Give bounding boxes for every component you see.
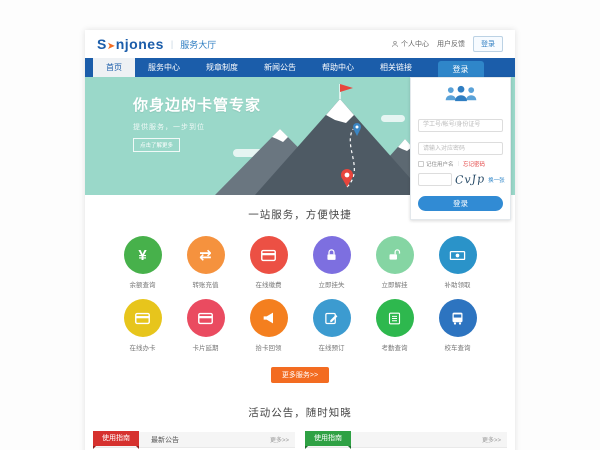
tab-usage-guide-left[interactable]: 使用指南 (93, 431, 139, 446)
service-label: 转账充值 (193, 279, 219, 289)
service-item-attendance[interactable]: 考勤查询 (363, 299, 426, 352)
service-item-report-loss[interactable]: 立即挂失 (300, 236, 363, 289)
logo-suffix: njones (116, 36, 164, 52)
users-group-icon (418, 85, 503, 107)
tab-usage-guide-right[interactable]: 使用指南 (305, 431, 351, 446)
nav-item-help-center[interactable]: 帮助中心 (309, 58, 367, 77)
hero-subtitle: 提供服务，一步到位 (133, 122, 261, 132)
right-more-link[interactable]: 更多>> (482, 435, 501, 444)
captcha-input[interactable] (418, 173, 452, 186)
site-container: S➤njones | 服务大厅 个人中心 用户反馈 登录 首页 服务中心 规章制… (85, 30, 515, 450)
lock-icon[interactable] (313, 236, 351, 274)
nav-item-rules[interactable]: 规章制度 (193, 58, 251, 77)
personal-center-link[interactable]: 个人中心 (391, 39, 429, 49)
service-label: 卡片延期 (193, 342, 219, 352)
service-item-balance[interactable]: ¥ 余额查询 (111, 236, 174, 289)
header-login-button[interactable]: 登录 (473, 36, 503, 52)
left-more-link[interactable]: 更多>> (270, 435, 289, 444)
right-tabbar: 使用指南 更多>> (305, 432, 507, 448)
service-item-found-card[interactable]: 拾卡回领 (237, 299, 300, 352)
remember-label: 记住用户名 (426, 160, 454, 168)
service-item-transfer[interactable]: ⇄ 转账充值 (174, 236, 237, 289)
user-feedback-link[interactable]: 用户反馈 (437, 39, 465, 49)
username-input[interactable] (418, 119, 503, 132)
header-right: 个人中心 用户反馈 登录 (391, 36, 503, 52)
announcement-panel-left: 使用指南 最新公告 更多>> (93, 432, 295, 448)
captcha-refresh-link[interactable]: 换一张 (488, 176, 505, 184)
service-item-pay-online[interactable]: 在线缴费 (237, 236, 300, 289)
service-label: 拾卡回领 (256, 342, 282, 352)
more-services-wrap: 更多服务>> (85, 352, 515, 397)
service-item-subsidy[interactable]: 补助领取 (426, 236, 489, 289)
service-label: 校车查询 (445, 342, 471, 352)
card-icon[interactable] (124, 299, 162, 337)
unlock-icon[interactable] (376, 236, 414, 274)
edit-icon[interactable] (313, 299, 351, 337)
nav-item-service-center[interactable]: 服务中心 (135, 58, 193, 77)
login-panel: 登录 记住用户名 | 忘记密码 (410, 61, 511, 220)
service-item-apply-card[interactable]: 在线办卡 (111, 299, 174, 352)
announcement-panel-right: 使用指南 更多>> (305, 432, 507, 448)
more-services-button[interactable]: 更多服务>> (271, 367, 329, 383)
hero-cta-button[interactable]: 点击了解更多 (133, 138, 180, 152)
service-label: 在线缴费 (256, 279, 282, 289)
service-label: 余额查询 (130, 279, 156, 289)
personal-center-label: 个人中心 (401, 39, 429, 49)
hero-copy: 你身边的卡管专家 提供服务，一步到位 点击了解更多 (133, 94, 261, 152)
flag-icon (340, 84, 353, 92)
service-label: 立即解挂 (382, 279, 408, 289)
site-name: 服务大厅 (180, 38, 216, 51)
service-label: 考勤查询 (382, 342, 408, 352)
yen-icon[interactable]: ¥ (124, 236, 162, 274)
header: S➤njones | 服务大厅 个人中心 用户反馈 登录 (85, 30, 515, 58)
service-item-online-booking[interactable]: 在线预订 (300, 299, 363, 352)
logo[interactable]: S➤njones (97, 36, 164, 52)
transfer-icon[interactable]: ⇄ (187, 236, 225, 274)
remember-checkbox[interactable] (418, 161, 424, 167)
logo-divider: | (171, 39, 173, 49)
login-options-row: 记住用户名 | 忘记密码 (418, 160, 503, 168)
login-submit-button[interactable]: 登录 (418, 196, 503, 211)
login-tab[interactable]: 登录 (438, 61, 484, 77)
user-icon (391, 40, 399, 48)
captcha-row: CvJp 换一张 (418, 173, 503, 186)
hero-banner: 你身边的卡管专家 提供服务，一步到位 点击了解更多 登录 记住用 (85, 77, 515, 195)
service-label: 立即挂失 (319, 279, 345, 289)
service-item-card-extension[interactable]: 卡片延期 (174, 299, 237, 352)
banknote-icon[interactable] (439, 236, 477, 274)
hero-title: 你身边的卡管专家 (133, 94, 261, 115)
tab-latest-announcements[interactable]: 最新公告 (151, 435, 179, 445)
password-input[interactable] (418, 142, 503, 155)
megaphone-icon[interactable] (250, 299, 288, 337)
announcements-section: 活动公告，随时知晓 使用指南 最新公告 更多>> 使用指南 更多>> (85, 397, 515, 450)
services-section: 一站服务，方便快捷 ¥ 余额查询 ⇄ 转账充值 在线缴费 立即挂失 (85, 195, 515, 397)
divider: | (458, 161, 459, 167)
list-icon[interactable] (376, 299, 414, 337)
card-icon[interactable] (250, 236, 288, 274)
forgot-password-link[interactable]: 忘记密码 (463, 160, 485, 168)
nav-item-home[interactable]: 首页 (93, 58, 135, 77)
announcements-title: 活动公告，随时知晓 (85, 397, 515, 432)
service-label: 在线办卡 (130, 342, 156, 352)
user-feedback-label: 用户反馈 (437, 39, 465, 49)
logo-arrow-icon: ➤ (107, 41, 116, 52)
service-label: 补助领取 (445, 279, 471, 289)
services-grid: ¥ 余额查询 ⇄ 转账充值 在线缴费 立即挂失 (85, 222, 515, 352)
logo-prefix: S (97, 36, 107, 52)
service-item-cancel-loss[interactable]: 立即解挂 (363, 236, 426, 289)
login-form: 记住用户名 | 忘记密码 CvJp 换一张 登录 (410, 77, 511, 220)
service-item-school-bus[interactable]: 校车查询 (426, 299, 489, 352)
left-tabbar: 使用指南 最新公告 更多>> (93, 432, 295, 448)
announcement-panels: 使用指南 最新公告 更多>> 使用指南 更多>> (85, 432, 515, 448)
bus-icon[interactable] (439, 299, 477, 337)
card-icon[interactable] (187, 299, 225, 337)
service-label: 在线预订 (319, 342, 345, 352)
captcha-image: CvJp (455, 172, 486, 187)
nav-item-news[interactable]: 新闻公告 (251, 58, 309, 77)
